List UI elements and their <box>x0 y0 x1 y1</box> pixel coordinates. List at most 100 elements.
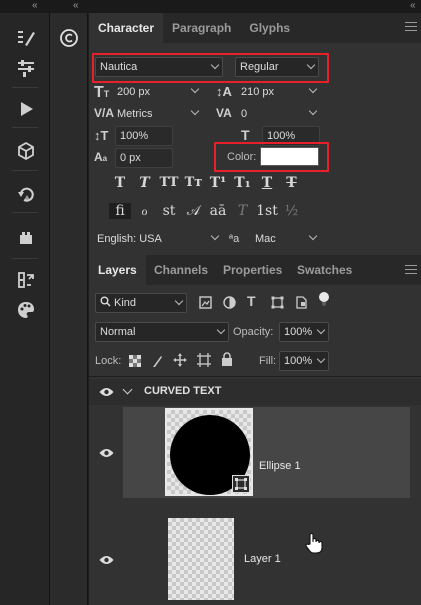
expand-panels-button[interactable]: « <box>410 0 415 11</box>
tab-glyphs[interactable]: Glyphs <box>240 13 299 43</box>
history-icon[interactable] <box>13 181 39 207</box>
filter-shape-icon[interactable] <box>271 296 284 312</box>
brush-settings-icon[interactable] <box>13 25 39 51</box>
character-panel-icon[interactable] <box>56 25 82 51</box>
character-icon-dock <box>50 13 88 605</box>
divider <box>89 376 421 377</box>
character-tabbar: Character Paragraph Glyphs <box>89 13 421 43</box>
filter-type-icon[interactable]: T <box>247 293 256 309</box>
antialias-select[interactable]: Mac <box>255 229 319 249</box>
baseline-shift-input[interactable]: 0 px <box>115 148 173 168</box>
3d-cube-icon[interactable] <box>13 138 39 164</box>
tab-channels[interactable]: Channels <box>145 255 217 285</box>
layer-row-layer1[interactable]: Layer 1 <box>89 510 421 605</box>
chevron-down-icon <box>210 231 220 241</box>
font-size-select[interactable]: 200 px <box>117 82 201 102</box>
filter-toggle[interactable] <box>319 292 329 310</box>
lock-pixels-brush-icon[interactable] <box>151 354 163 371</box>
color-palette-icon[interactable] <box>13 297 39 323</box>
fractions-button[interactable]: ½ <box>281 203 303 219</box>
chevron-down-icon <box>174 296 184 306</box>
filter-adjustment-icon[interactable] <box>223 296 236 312</box>
tab-properties[interactable]: Properties <box>214 255 291 285</box>
filter-kind-value: Kind <box>114 297 137 309</box>
chevron-down-icon <box>308 106 318 116</box>
subscript-button[interactable]: T₁ <box>232 175 254 191</box>
actions-play-icon[interactable] <box>13 96 39 122</box>
layers-tabbar: Layers Channels Properties Swatches <box>89 255 421 285</box>
underline-button[interactable]: T <box>256 175 278 191</box>
filter-smartobject-icon[interactable] <box>295 296 308 312</box>
properties-panel: Character Paragraph Glyphs Nautica Regul… <box>89 13 421 605</box>
search-icon <box>100 296 111 310</box>
timeline-icon[interactable] <box>13 267 39 293</box>
tab-character[interactable]: Character <box>89 13 164 43</box>
lock-label: Lock: <box>95 355 122 367</box>
visibility-eye-icon[interactable] <box>99 555 114 568</box>
old-style-button[interactable]: ℴ <box>134 203 156 219</box>
titling-alternates-button[interactable]: T <box>232 203 254 219</box>
chevron-down-icon <box>308 84 318 94</box>
layer-filter-select[interactable]: Kind <box>95 293 187 313</box>
lock-position-move-icon[interactable] <box>173 353 187 370</box>
stylistic-alternates-button[interactable]: aā <box>207 203 229 219</box>
superscript-button[interactable]: T¹ <box>207 175 229 191</box>
strikethrough-button[interactable]: T <box>281 175 303 191</box>
collapse-toolbar-button[interactable]: « <box>32 0 37 11</box>
discretionary-ligatures-button[interactable]: st <box>158 203 180 219</box>
faux-italic-button[interactable]: T <box>134 175 156 191</box>
tab-paragraph[interactable]: Paragraph <box>163 13 240 43</box>
blend-mode-value: Normal <box>100 326 136 338</box>
ordinals-button[interactable]: 1st <box>256 203 278 219</box>
language-value: English: USA <box>97 233 162 245</box>
filter-pixel-icon[interactable] <box>199 296 212 312</box>
all-caps-button[interactable]: TT <box>158 175 180 190</box>
vertical-scale-input[interactable]: 100% <box>115 126 173 146</box>
opacity-value: 100% <box>284 326 313 338</box>
fill-input[interactable]: 100% <box>279 351 329 371</box>
shape-layer-badge-icon <box>232 475 250 493</box>
divider <box>12 87 38 88</box>
small-caps-button[interactable]: Tт <box>183 175 205 190</box>
collapse-panel-button[interactable]: « <box>73 0 78 11</box>
kerning-value: Metrics <box>117 108 153 120</box>
tool-presets-icon[interactable] <box>13 225 39 251</box>
tracking-select[interactable]: 0 <box>241 104 319 124</box>
tab-swatches[interactable]: Swatches <box>288 255 361 285</box>
chevron-down-icon[interactable] <box>122 384 133 395</box>
adjustments-sliders-icon[interactable] <box>13 55 39 81</box>
kerning-icon: V/A <box>94 106 115 120</box>
group-name: CURVED TEXT <box>144 385 222 397</box>
faux-bold-button[interactable]: T <box>109 175 131 191</box>
lock-transparent-icon[interactable] <box>129 355 141 370</box>
leading-select[interactable]: 210 px <box>241 82 319 102</box>
visibility-eye-icon[interactable] <box>99 448 114 461</box>
divider <box>12 127 38 128</box>
lock-artboard-icon[interactable] <box>197 353 211 370</box>
chevron-down-icon <box>316 325 326 335</box>
visibility-eye-icon[interactable] <box>99 387 114 400</box>
kerning-select[interactable]: Metrics <box>117 104 201 124</box>
opacity-input[interactable]: 100% <box>279 322 329 342</box>
horizontal-scale-value: 100% <box>267 130 296 142</box>
ligatures-button[interactable]: fi <box>109 203 131 219</box>
layer-group-row[interactable]: CURVED TEXT <box>89 379 421 405</box>
blend-mode-select[interactable]: Normal <box>95 322 229 342</box>
tab-layers[interactable]: Layers <box>89 255 146 285</box>
layers-menu-icon[interactable] <box>405 265 417 277</box>
chevron-down-icon <box>316 354 326 364</box>
font-size-value: 200 px <box>117 86 151 98</box>
font-highlight-box <box>92 53 329 83</box>
chevron-down-icon <box>190 84 200 94</box>
horizontal-scale-icon: T <box>241 127 250 143</box>
language-select[interactable]: English: USA <box>97 229 221 249</box>
panel-menu-icon[interactable] <box>405 22 417 34</box>
opacity-label: Opacity: <box>233 326 274 338</box>
hand-cursor-icon <box>304 532 324 557</box>
color-highlight-box <box>214 142 329 172</box>
swash-button[interactable]: 𝒜 <box>183 203 205 219</box>
divider <box>12 170 38 171</box>
chevron-down-icon <box>308 231 318 241</box>
layer-row-ellipse[interactable]: Ellipse 1 <box>89 405 421 510</box>
lock-all-icon[interactable] <box>221 352 233 369</box>
